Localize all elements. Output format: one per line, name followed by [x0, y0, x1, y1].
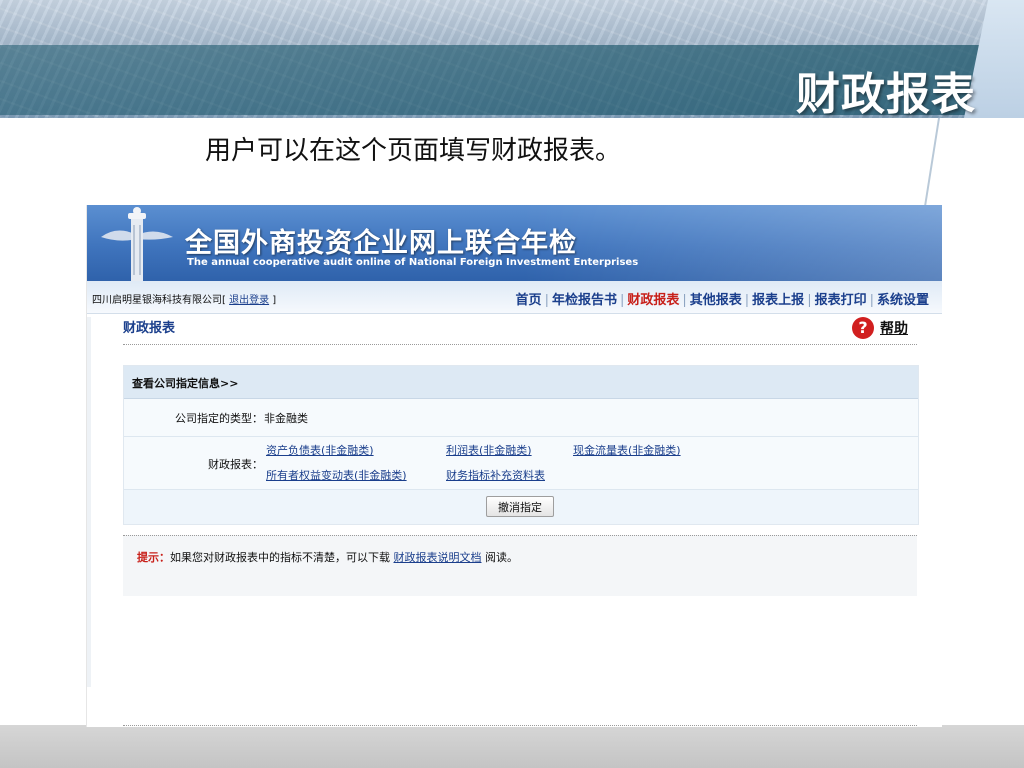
site-banner: 全国外商投资企业网上联合年检 The annual cooperative au… — [87, 205, 942, 281]
company-name: 四川启明星银海科技有限公司 — [92, 295, 222, 306]
tip-label: 提示： — [137, 551, 170, 564]
balance-sheet-link[interactable]: 资产负债表(非金融类) — [266, 442, 374, 458]
nav-item-financial-statements[interactable]: 财政报表 — [624, 293, 682, 308]
slide-footer-bar — [0, 725, 1024, 768]
income-statement-link[interactable]: 利润表(非金融类) — [446, 442, 532, 458]
company-designation-panel: 查看公司指定信息>> 公司指定的类型： 非金融类 财政报表： 资产负债表(非金融… — [123, 365, 919, 525]
main-nav-menu: 首页 | 年检报告书 | 财政报表 | 其他报表 | 报表上报 | 报表打印 | 系统设置 — [513, 289, 932, 308]
nav-item-annual-report[interactable]: 年检报告书 — [549, 293, 620, 308]
tip-text: 提示：如果您对财政报表中的指标不清楚，可以下载 财政报表说明文档 阅读。 — [137, 551, 518, 564]
nav-item-report-print[interactable]: 报表打印 — [812, 293, 870, 308]
designation-type-row: 公司指定的类型： 非金融类 — [124, 399, 918, 437]
company-info: 四川启明星银海科技有限公司[ 退出登录 ] — [92, 295, 277, 306]
instructions-doc-link[interactable]: 财政报表说明文档 — [394, 551, 482, 564]
site-title: 全国外商投资企业网上联合年检 — [185, 228, 577, 259]
slide-header-banner: 财政报表 — [0, 0, 1024, 118]
help-icon: ? — [852, 317, 874, 339]
embedded-screenshot: 全国外商投资企业网上联合年检 The annual cooperative au… — [86, 205, 942, 727]
nav-item-system-settings[interactable]: 系统设置 — [874, 293, 932, 308]
nav-item-home[interactable]: 首页 — [513, 293, 545, 308]
reports-label: 财政报表： — [208, 458, 263, 471]
divider — [123, 344, 917, 345]
equity-change-link[interactable]: 所有者权益变动表(非金融类) — [266, 467, 407, 483]
top-navigation: 四川启明星银海科技有限公司[ 退出登录 ] 首页 | 年检报告书 | 财政报表 | 其他报表… — [87, 281, 942, 314]
slide-subtitle: 用户可以在这个页面填写财政报表。 — [205, 136, 622, 166]
help-label: 帮助 — [880, 321, 908, 337]
huabiao-pillar-logo — [101, 207, 173, 281]
cash-flow-link[interactable]: 现金流量表(非金融类) — [573, 442, 681, 458]
reports-row: 财政报表： 资产负债表(非金融类) 利润表(非金融类) 现金流量表(非金融类) … — [124, 437, 918, 490]
nav-item-other-reports[interactable]: 其他报表 — [687, 293, 745, 308]
type-label: 公司指定的类型： — [175, 412, 263, 425]
site-subtitle: The annual cooperative audit online of N… — [187, 257, 639, 268]
slide-title: 财政报表 — [796, 69, 976, 118]
section-title: 财政报表 — [123, 321, 176, 336]
tip-box: 提示：如果您对财政报表中的指标不清楚，可以下载 财政报表说明文档 阅读。 — [123, 535, 917, 596]
cancel-designation-button[interactable]: 撤消指定 — [486, 496, 554, 517]
nav-item-report-submit[interactable]: 报表上报 — [749, 293, 807, 308]
panel-header: 查看公司指定信息>> — [124, 366, 918, 399]
type-value: 非金融类 — [264, 412, 308, 425]
logout-link[interactable]: 退出登录 — [229, 295, 269, 306]
bottom-divider — [123, 725, 917, 726]
financial-indicators-link[interactable]: 财务指标补充资料表 — [446, 467, 545, 483]
help-button[interactable]: ? 帮助 — [852, 317, 908, 339]
